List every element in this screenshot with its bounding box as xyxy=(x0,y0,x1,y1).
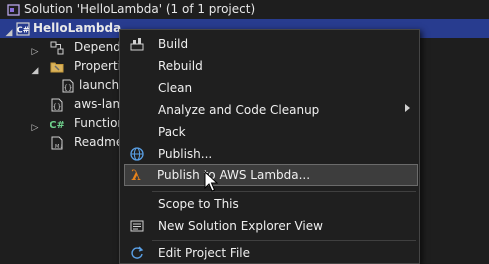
json-file-icon: {} xyxy=(62,79,74,93)
solution-label: Solution 'HelloLambda' (1 of 1 project) xyxy=(24,2,256,16)
menu-item-analyze[interactable]: Analyze and Code Cleanup xyxy=(121,99,418,121)
menu-item-label: New Solution Explorer View xyxy=(158,219,323,233)
solution-row[interactable]: Solution 'HelloLambda' (1 of 1 project) xyxy=(0,0,489,19)
menu-item-build[interactable]: Build xyxy=(121,33,418,55)
publish-globe-icon xyxy=(130,147,144,161)
build-icon xyxy=(130,38,144,51)
menu-item-label: Edit Project File xyxy=(158,246,251,260)
menu-separator xyxy=(152,240,416,241)
csharp-project-icon: C# xyxy=(16,22,30,36)
project-label: HelloLambda xyxy=(33,21,122,35)
solution-icon xyxy=(7,4,20,16)
menu-item-label: Publish to AWS Lambda... xyxy=(157,168,311,182)
dependencies-icon xyxy=(50,41,64,55)
chevron-right-icon[interactable]: ▷ xyxy=(30,119,40,133)
menu-item-clean[interactable]: Clean xyxy=(121,77,418,99)
menu-item-new-view[interactable]: New Solution Explorer View xyxy=(121,215,418,237)
menu-item-label: Clean xyxy=(158,81,193,95)
svg-text:{}: {} xyxy=(53,103,62,111)
csharp-file-icon: C# xyxy=(50,120,64,131)
mouse-pointer-icon xyxy=(204,171,218,192)
menu-item-label: Analyze and Code Cleanup xyxy=(158,103,320,117)
aws-lambda-icon: λ xyxy=(131,168,141,183)
menu-item-publish-aws-lambda[interactable]: λ Publish to AWS Lambda... xyxy=(124,164,418,186)
properties-folder-icon xyxy=(50,62,64,73)
svg-text:M↓: M↓ xyxy=(55,144,64,150)
edit-refresh-icon xyxy=(131,246,144,259)
new-view-icon xyxy=(130,220,144,232)
menu-item-label: Pack xyxy=(158,125,186,139)
submenu-arrow-icon xyxy=(405,104,410,112)
menu-item-label: Build xyxy=(158,37,189,51)
context-menu: Build Rebuild Clean Analyze and Code Cle… xyxy=(119,29,420,264)
svg-text:{}: {} xyxy=(64,84,73,92)
menu-item-scope[interactable]: Scope to This xyxy=(121,193,418,215)
svg-text:λ: λ xyxy=(131,168,141,183)
menu-item-label: Publish... xyxy=(158,147,213,161)
svg-text:C#: C# xyxy=(17,26,30,35)
menu-item-publish[interactable]: Publish... xyxy=(121,143,418,165)
json-file-icon: {} xyxy=(51,98,63,112)
menu-separator xyxy=(152,191,416,192)
menu-item-label: Scope to This xyxy=(158,197,239,211)
svg-text:C#: C# xyxy=(50,120,64,131)
menu-item-label: Rebuild xyxy=(158,59,203,73)
chevron-right-icon[interactable]: ▷ xyxy=(30,43,40,57)
menu-item-rebuild[interactable]: Rebuild xyxy=(121,55,418,77)
menu-item-pack[interactable]: Pack xyxy=(121,121,418,143)
chevron-down-icon[interactable]: ◢ xyxy=(30,62,40,76)
chevron-down-icon[interactable]: ◢ xyxy=(4,24,14,38)
menu-item-edit-project[interactable]: Edit Project File xyxy=(121,242,418,264)
markdown-file-icon: M↓ xyxy=(51,136,64,150)
